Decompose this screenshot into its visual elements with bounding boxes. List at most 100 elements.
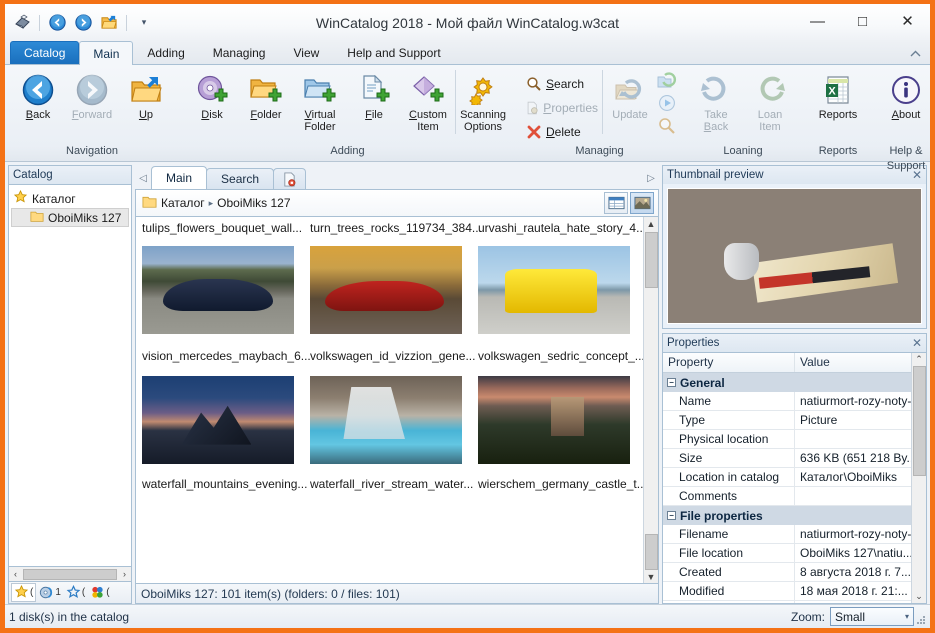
- status-groups-button[interactable]: (: [88, 584, 111, 601]
- properties-grid[interactable]: Property Value − General Name natiurmort…: [662, 352, 927, 604]
- ribbon-button-virtual-folder[interactable]: Virtual Folder: [293, 70, 347, 133]
- thumbnail-image[interactable]: [310, 246, 462, 334]
- ribbon-button-properties[interactable]: Properties: [522, 96, 602, 120]
- back-icon[interactable]: [46, 12, 68, 34]
- table-row[interactable]: Comments: [663, 487, 911, 506]
- properties-column-property[interactable]: Property: [663, 353, 795, 372]
- close-button[interactable]: ✕: [885, 4, 930, 38]
- grid-cell-label[interactable]: waterfall_river_stream_water...: [310, 477, 478, 491]
- status-disks-button[interactable]: 1: [37, 584, 63, 601]
- ribbon-button-disk[interactable]: Disk: [185, 70, 239, 121]
- grid-item[interactable]: [142, 241, 310, 339]
- tab-scroll-right-icon[interactable]: ▷: [643, 167, 659, 189]
- grid-cell-label[interactable]: wierschem_germany_castle_t...: [478, 477, 643, 491]
- tab-main[interactable]: Main: [79, 41, 134, 65]
- update-all-icon[interactable]: [657, 72, 677, 93]
- thumbnail-image[interactable]: [142, 376, 294, 464]
- ribbon-button-loan-item[interactable]: Loan Item: [743, 70, 797, 133]
- grid-cell-label[interactable]: turn_trees_rocks_119734_384...: [310, 221, 482, 235]
- tree-item-katalog[interactable]: Каталог: [11, 189, 129, 208]
- maximize-button[interactable]: □: [840, 4, 885, 38]
- scroll-right-icon[interactable]: ›: [118, 568, 131, 581]
- thumbnail-image[interactable]: [478, 246, 630, 334]
- scroll-down-icon[interactable]: ▼: [645, 570, 658, 583]
- find-duplicates-icon[interactable]: [657, 116, 677, 137]
- grid-cell-label[interactable]: vision_mercedes_maybach_6...: [142, 349, 311, 363]
- table-row[interactable]: File location OboiMiks 127\natiu...: [663, 544, 911, 563]
- chevron-down-icon[interactable]: ▾: [905, 612, 909, 621]
- grid-item[interactable]: [478, 241, 643, 339]
- table-row[interactable]: Size 636 KB (651 218 By...: [663, 449, 911, 468]
- ribbon-button-scanning-options[interactable]: Scanning Options: [456, 70, 510, 133]
- thumbnail-image[interactable]: [142, 246, 294, 334]
- tab-main-view[interactable]: Main: [151, 166, 208, 189]
- scroll-up-icon[interactable]: ⌃: [913, 353, 926, 366]
- properties-close-icon[interactable]: ✕: [912, 336, 922, 350]
- tab-scroll-left-icon[interactable]: ◁: [135, 167, 151, 189]
- play-icon[interactable]: [657, 94, 677, 115]
- grid-cell-label[interactable]: volkswagen_sedric_concept_...: [478, 349, 643, 363]
- grid-item[interactable]: [478, 373, 643, 467]
- tab-managing[interactable]: Managing: [199, 41, 280, 64]
- open-folder-icon[interactable]: [98, 12, 120, 34]
- preview-image[interactable]: [667, 188, 922, 324]
- tree-item-oboimiks127[interactable]: OboiMiks 127: [11, 208, 129, 227]
- tab-view[interactable]: View: [279, 41, 333, 64]
- details-view-button[interactable]: [604, 192, 628, 214]
- grid-cell-label[interactable]: volkswagen_id_vizzion_gene...: [310, 349, 478, 363]
- table-row[interactable]: Created 8 августа 2018 г. 7...: [663, 563, 911, 582]
- ribbon-button-search[interactable]: Search: [522, 72, 602, 96]
- forward-icon[interactable]: [72, 12, 94, 34]
- breadcrumb[interactable]: Каталог ▸ OboiMiks 127: [135, 189, 659, 217]
- ribbon-button-back[interactable]: Back: [11, 70, 65, 121]
- collapse-icon[interactable]: −: [667, 511, 676, 520]
- grid-cell-label[interactable]: waterfall_mountains_evening...: [142, 477, 310, 491]
- grid-cell-label[interactable]: tulips_flowers_bouquet_wall...: [142, 221, 310, 235]
- scroll-left-icon[interactable]: ‹: [9, 568, 22, 581]
- tab-catalog[interactable]: Catalog: [10, 41, 80, 64]
- resize-grip[interactable]: [915, 614, 927, 626]
- breadcrumb-part-1[interactable]: OboiMiks 127: [217, 196, 290, 210]
- tab-help-and-support[interactable]: Help and Support: [333, 41, 454, 64]
- table-row[interactable]: Physical location: [663, 430, 911, 449]
- table-row[interactable]: Filename natiurmort-rozy-noty-...: [663, 525, 911, 544]
- table-row[interactable]: Modified 18 мая 2018 г. 21:...: [663, 582, 911, 601]
- properties-group-file[interactable]: − File properties: [663, 506, 911, 525]
- zoom-select[interactable]: Small ▾: [830, 607, 914, 626]
- grid-cell-label[interactable]: urvashi_rautela_hate_story_4...: [478, 221, 643, 235]
- thumbnail-view-button[interactable]: [630, 192, 654, 214]
- ribbon-button-about[interactable]: About: [879, 70, 933, 121]
- minimize-button[interactable]: —: [795, 4, 840, 38]
- breadcrumb-part-0[interactable]: Каталог: [161, 196, 205, 210]
- grid-item[interactable]: [142, 373, 310, 467]
- ribbon-button-file[interactable]: File: [347, 70, 401, 121]
- properties-column-value[interactable]: Value: [795, 353, 911, 372]
- ribbon-button-forward[interactable]: Forward: [65, 70, 119, 121]
- properties-vscrollbar[interactable]: ⌃ ⌄: [911, 353, 926, 603]
- status-catalog-button[interactable]: (: [11, 583, 37, 602]
- table-row[interactable]: Type Picture: [663, 411, 911, 430]
- tab-adding[interactable]: Adding: [133, 41, 198, 64]
- vscroll-thumb[interactable]: [644, 232, 658, 288]
- chevron-up-icon[interactable]: [909, 49, 922, 61]
- grid-item[interactable]: [310, 373, 478, 467]
- ribbon-button-take-back[interactable]: Take Back: [689, 70, 743, 133]
- thumbnail-image[interactable]: [310, 376, 462, 464]
- tab-search-view[interactable]: Search: [206, 168, 275, 189]
- scroll-down-icon[interactable]: ⌄: [913, 590, 926, 603]
- thumbnail-image[interactable]: [478, 376, 630, 464]
- properties-group-general[interactable]: − General: [663, 373, 911, 392]
- ribbon-button-reports[interactable]: X Reports: [809, 70, 867, 121]
- ribbon-button-folder[interactable]: Folder: [239, 70, 293, 121]
- properties-vscroll-thumb[interactable]: [912, 366, 926, 476]
- qat-dropdown-icon[interactable]: ▾: [133, 12, 155, 34]
- tab-locked-document[interactable]: [273, 168, 307, 189]
- grid-item[interactable]: [310, 241, 478, 339]
- ribbon-button-up[interactable]: Up: [119, 70, 173, 121]
- catalog-tree[interactable]: Каталог OboiMiks 127: [8, 184, 132, 567]
- scroll-up-icon[interactable]: ▲: [645, 217, 658, 230]
- collapse-icon[interactable]: −: [667, 378, 676, 387]
- thumbnail-grid[interactable]: tulips_flowers_bouquet_wall... turn_tree…: [135, 217, 659, 584]
- vscroll-thumb-lower[interactable]: [644, 534, 658, 570]
- thumbnail-grid-vscrollbar[interactable]: ▲ ▼: [643, 217, 658, 583]
